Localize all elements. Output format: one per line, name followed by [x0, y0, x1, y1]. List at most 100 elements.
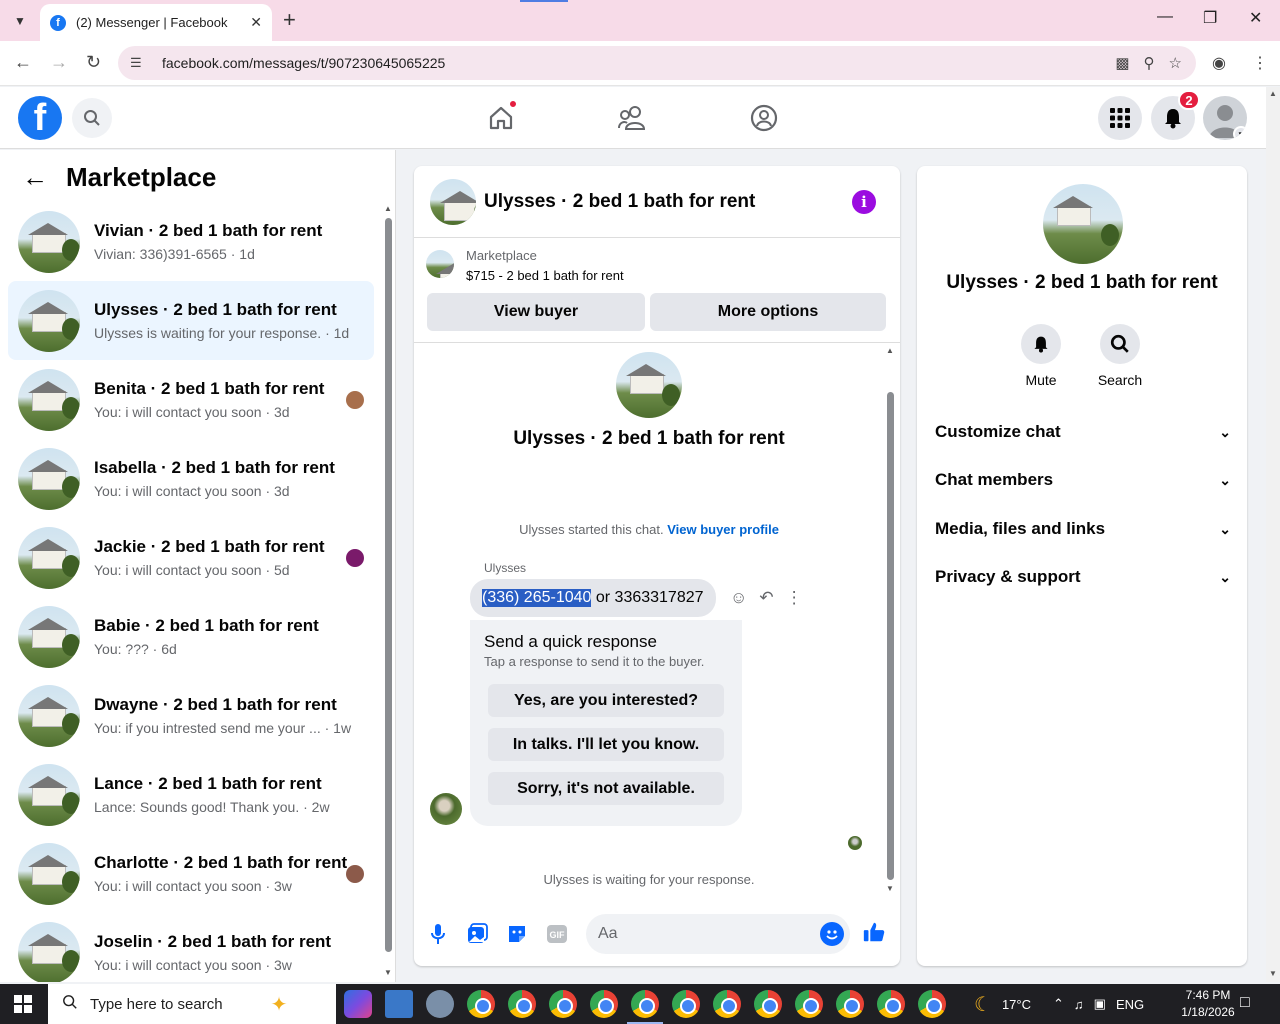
view-buyer-button[interactable]: View buyer — [427, 293, 645, 331]
conversation-item[interactable]: Vivian · 2 bed 1 bath for rent Vivian: 33… — [8, 202, 374, 281]
chrome-icon[interactable] — [754, 990, 782, 1018]
facebook-search-button[interactable] — [72, 98, 112, 138]
chrome-icon[interactable] — [713, 990, 741, 1018]
chrome-icon[interactable] — [508, 990, 536, 1018]
gif-icon[interactable]: GIF — [545, 922, 569, 946]
quick-response-interested-button[interactable]: Yes, are you interested? — [488, 684, 724, 717]
friends-nav-button[interactable] — [615, 101, 649, 135]
more-options-button[interactable]: More options — [650, 293, 886, 331]
volume-icon[interactable]: ♫ — [1074, 997, 1084, 1012]
photo-icon[interactable] — [465, 922, 489, 946]
new-tab-icon[interactable]: + — [283, 8, 296, 32]
chat-members-section[interactable]: Chat members ⌄ — [935, 460, 1231, 500]
menu-button[interactable] — [1098, 96, 1142, 140]
chrome-icon[interactable] — [672, 990, 700, 1018]
taskbar-clock[interactable]: 7:46 PM 1/18/2026 — [1170, 987, 1246, 1021]
chrome-icon[interactable] — [795, 990, 823, 1018]
home-nav-button[interactable] — [484, 99, 518, 135]
windows-start-icon[interactable] — [14, 995, 32, 1018]
conversation-item[interactable]: Joselin · 2 bed 1 bath for rent You: i wi… — [8, 913, 374, 982]
thumbs-up-icon[interactable] — [862, 920, 886, 944]
notification-center-icon[interactable]: □ — [1240, 994, 1250, 1012]
conversation-item[interactable]: Benita · 2 bed 1 bath for rent You: i wil… — [8, 360, 374, 439]
chrome-icon[interactable] — [627, 990, 663, 1024]
customize-chat-section[interactable]: Customize chat ⌄ — [935, 412, 1231, 452]
selected-phone-text[interactable]: (336) 265-1040 — [482, 589, 592, 607]
chrome-menu-icon[interactable]: ⋮ — [1252, 53, 1268, 73]
sticker-icon[interactable] — [505, 922, 529, 946]
conversation-item[interactable]: Lance · 2 bed 1 bath for rent Lance: Soun… — [8, 755, 374, 834]
scrollbar-thumb[interactable] — [385, 218, 392, 952]
media-files-links-section[interactable]: Media, files and links ⌄ — [935, 509, 1231, 549]
reload-icon[interactable]: ↻ — [86, 52, 101, 73]
site-info-icon[interactable]: ☰ — [130, 55, 148, 71]
tab-search-dropdown-icon[interactable]: ▼ — [8, 9, 32, 33]
scroll-up-icon[interactable]: ▲ — [384, 204, 392, 213]
copilot-icon[interactable] — [344, 990, 372, 1018]
window-close-icon[interactable]: ✕ — [1249, 8, 1262, 28]
scrollbar-thumb[interactable] — [887, 392, 894, 880]
listing-title[interactable]: $715 - 2 bed 1 bath for rent — [466, 268, 624, 283]
minimize-icon[interactable]: — — [1157, 8, 1173, 26]
chrome-icon[interactable] — [918, 990, 946, 1018]
tab-close-icon[interactable]: ✕ — [250, 14, 262, 31]
install-app-icon[interactable]: ▩ — [1115, 54, 1129, 72]
quick-response-in-talks-button[interactable]: In talks. I'll let you know. — [488, 728, 724, 761]
chevron-up-icon[interactable]: ⌃ — [1053, 996, 1064, 1012]
info-icon[interactable]: i — [852, 190, 876, 214]
groups-nav-button[interactable] — [747, 101, 781, 135]
scroll-up-icon[interactable]: ▲ — [1269, 89, 1277, 98]
quick-response-not-available-button[interactable]: Sorry, it's not available. — [488, 772, 724, 805]
conversation-item[interactable]: Isabella · 2 bed 1 bath for rent You: i w… — [8, 439, 374, 518]
profile-icon[interactable]: ◉ — [1212, 53, 1226, 73]
account-avatar[interactable]: ▼ — [1203, 96, 1247, 140]
browser-tab[interactable]: f (2) Messenger | Facebook ✕ — [40, 4, 272, 41]
chat-title[interactable]: Ulysses · 2 bed 1 bath for rent — [484, 191, 755, 213]
bookmark-star-icon[interactable]: ☆ — [1169, 54, 1182, 72]
scroll-down-icon[interactable]: ▼ — [1269, 969, 1277, 978]
omnibox[interactable]: ☰ facebook.com/messages/t/90723064506522… — [118, 46, 1196, 80]
page-scrollbar[interactable]: ▲ ▼ — [1266, 87, 1280, 982]
file-explorer-icon[interactable] — [385, 990, 413, 1018]
reply-icon[interactable]: ↶ — [759, 588, 773, 608]
chrome-icon[interactable] — [549, 990, 577, 1018]
temperature[interactable]: 17°C — [1002, 997, 1031, 1012]
language-indicator[interactable]: ENG — [1116, 997, 1144, 1012]
chrome-icon[interactable] — [590, 990, 618, 1018]
conversation-item[interactable]: Jackie · 2 bed 1 bath for rent You: i wil… — [8, 518, 374, 597]
conversation-item[interactable]: Ulysses · 2 bed 1 bath for rent Ulysses i… — [8, 281, 374, 360]
microphone-icon[interactable] — [426, 922, 450, 946]
weather-moon-icon[interactable]: ☾ — [974, 992, 992, 1017]
mute-action[interactable]: Mute — [1011, 324, 1071, 388]
chat-scrollbar[interactable]: ▲ ▼ — [885, 346, 895, 893]
conversation-item[interactable]: Babie · 2 bed 1 bath for rent You: ??? · … — [8, 597, 374, 676]
back-arrow-icon[interactable]: ← — [22, 162, 48, 193]
facebook-logo-icon[interactable]: f — [18, 96, 62, 140]
scroll-up-icon[interactable]: ▲ — [886, 346, 894, 355]
message-input[interactable]: Aa — [586, 914, 850, 954]
chrome-icon[interactable] — [836, 990, 864, 1018]
search-action[interactable]: Search — [1090, 324, 1150, 388]
forward-icon[interactable]: → — [50, 52, 68, 73]
scroll-down-icon[interactable]: ▼ — [886, 884, 894, 893]
scroll-down-icon[interactable]: ▼ — [384, 968, 392, 977]
conversation-list-scrollbar[interactable]: ▲ ▼ — [384, 204, 392, 977]
search-button[interactable] — [1100, 324, 1140, 364]
more-icon[interactable]: ⋮ — [786, 588, 803, 608]
network-icon[interactable]: ▣ — [1094, 996, 1106, 1012]
message-bubble[interactable]: (336) 265-1040 or 3363317827 — [470, 579, 716, 617]
details-avatar[interactable] — [1043, 184, 1123, 264]
conversation-item[interactable]: Charlotte · 2 bed 1 bath for rent You: i … — [8, 834, 374, 913]
view-buyer-profile-link[interactable]: View buyer profile — [667, 522, 779, 537]
paint-icon[interactable] — [426, 990, 454, 1018]
chrome-icon[interactable] — [877, 990, 905, 1018]
buyer-profile-avatar[interactable] — [616, 352, 682, 418]
emoji-icon[interactable] — [820, 922, 844, 946]
chrome-icon[interactable] — [467, 990, 495, 1018]
conversation-item[interactable]: Dwayne · 2 bed 1 bath for rent You: if yo… — [8, 676, 374, 755]
chat-avatar[interactable] — [430, 178, 476, 225]
taskbar-search-box[interactable]: Type here to search ✦ — [48, 984, 336, 1024]
mute-button[interactable] — [1021, 324, 1061, 364]
react-emoji-icon[interactable]: ☺ — [730, 588, 747, 608]
sender-avatar[interactable] — [430, 793, 462, 825]
